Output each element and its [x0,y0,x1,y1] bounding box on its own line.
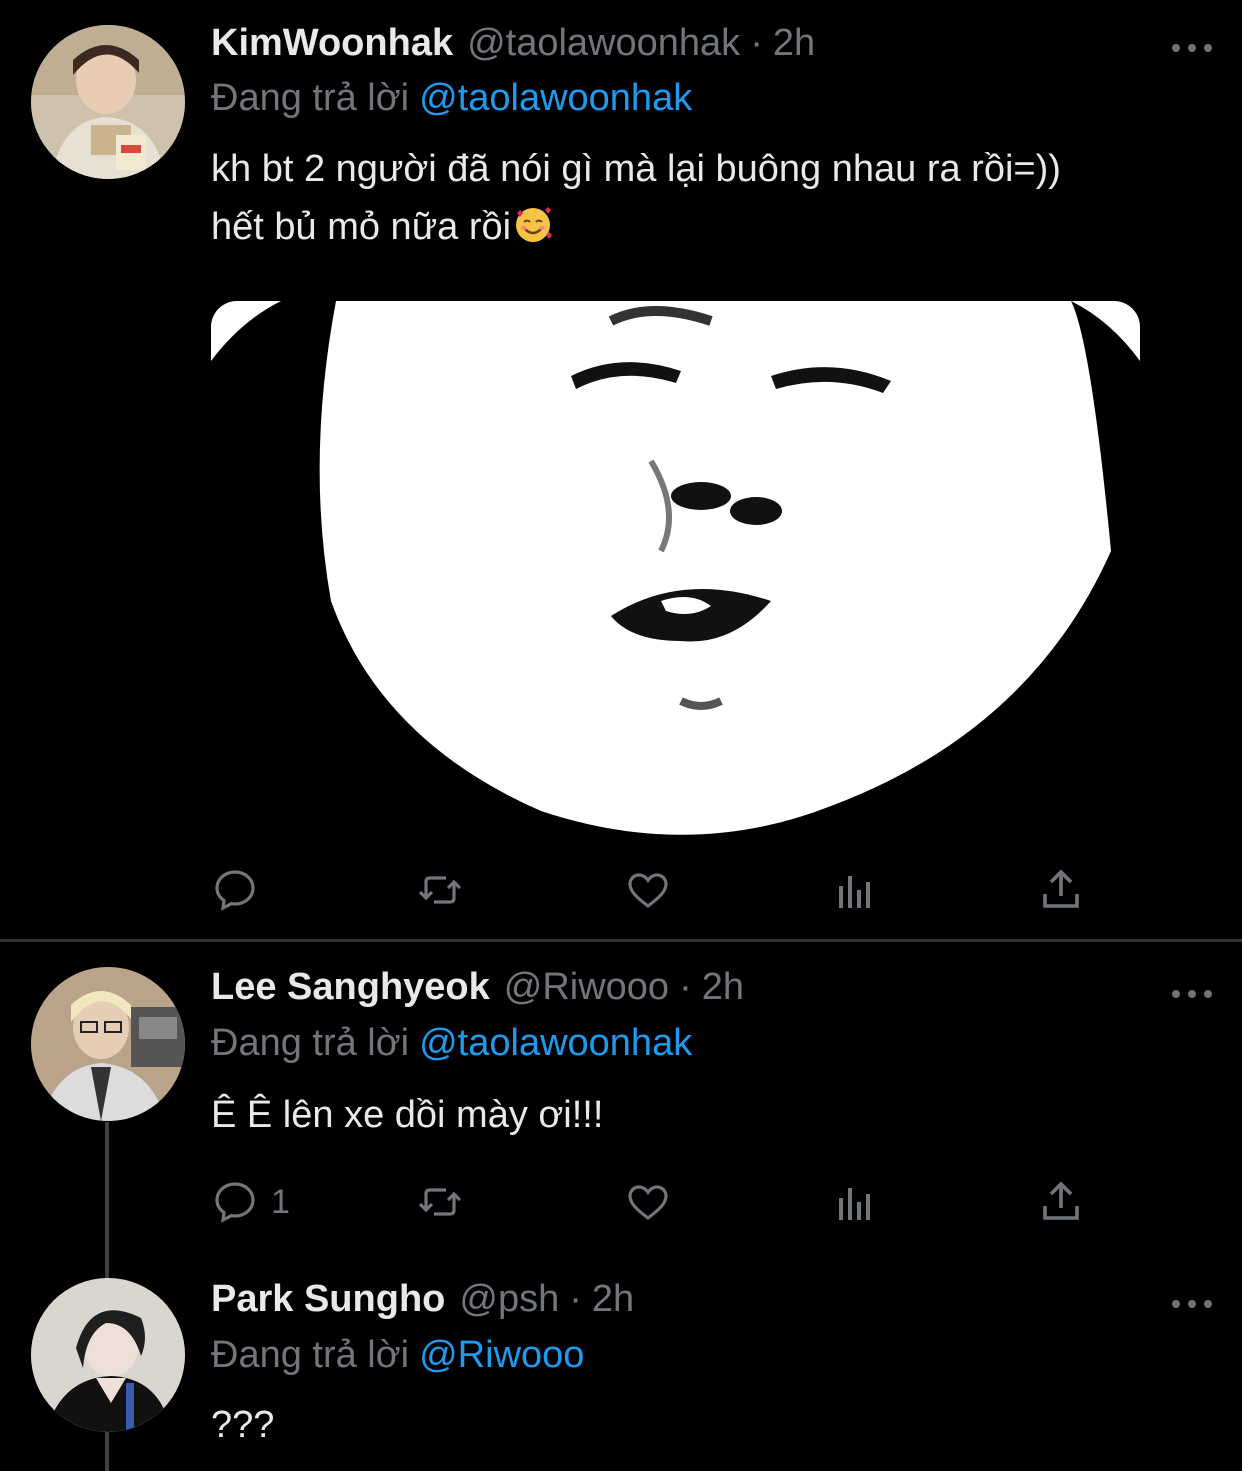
tweet-park-sungho[interactable]: Park Sungho @psh · 2h Đang trả lời @Riwoo… [0,1272,1242,1471]
separator: · [750,22,763,64]
mention-link[interactable]: @Riwooo [419,1334,584,1376]
tweet-header: Park Sungho @psh · 2h [211,1278,1122,1334]
display-name[interactable]: Lee Sanghyeok [211,966,490,1009]
reply-button[interactable]: 1 [211,1176,290,1228]
analytics-icon [839,1188,870,1220]
username[interactable]: @taolawoonhak [467,22,740,65]
more-icon[interactable] [1172,38,1212,58]
tweet-kimwoonhak[interactable]: KimWoonhak @taolawoonhak · 2h Đang trả l… [0,0,1242,940]
retweet-button[interactable] [416,1176,464,1228]
share-icon [1043,869,1079,908]
analytics-button[interactable] [831,1176,879,1228]
retweet-button[interactable] [416,864,464,916]
reply-icon [215,870,255,911]
thread-line [105,1122,109,1272]
tweet-text-line: ??? [211,1404,275,1446]
tweet-text: Ê Ê lên xe dồi mày ơi!!! [211,1086,1212,1144]
avatar[interactable] [31,1278,185,1432]
like-button[interactable] [624,864,672,916]
replying-to: Đang trả lời @taolawoonhak [211,1022,692,1065]
avatar[interactable] [31,25,185,179]
replying-to: Đang trả lời @taolawoonhak [211,77,692,120]
timestamp[interactable]: 2h [592,1278,634,1321]
share-button[interactable] [1037,1176,1085,1228]
tweet-text: ??? [211,1396,1212,1454]
meme-image[interactable] [211,301,1140,837]
tweet-actions [211,864,1111,916]
share-button[interactable] [1037,864,1085,916]
more-icon[interactable] [1172,984,1212,1004]
reply-count: 1 [271,1182,290,1221]
tweet-text-line: hết bủ mỏ nữa rồi [211,206,512,248]
more-icon[interactable] [1172,1294,1212,1314]
tweet-header: KimWoonhak @taolawoonhak · 2h [211,22,1122,78]
mention-link[interactable]: @taolawoonhak [419,1022,692,1064]
username[interactable]: @Riwooo [504,966,669,1009]
analytics-icon [839,876,870,908]
tweet-text-line: kh bt 2 người đã nói gì mà lại buông nha… [211,148,1061,190]
separator: · [679,966,692,1008]
timestamp[interactable]: 2h [702,966,744,1009]
username[interactable]: @psh [459,1278,559,1321]
display-name[interactable]: KimWoonhak [211,22,453,65]
smiling-face-with-hearts-icon [513,204,553,244]
replying-label: Đang trả lời [211,1334,410,1376]
retweet-icon [418,1188,462,1216]
replying-label: Đang trả lời [211,1022,410,1064]
tweet-actions: 1 [211,1176,1111,1228]
replying-to: Đang trả lời @Riwooo [211,1334,584,1377]
avatar[interactable] [31,967,185,1121]
mention-link[interactable]: @taolawoonhak [419,77,692,119]
timestamp[interactable]: 2h [773,22,815,65]
tweet-text-line: Ê Ê lên xe dồi mày ơi!!! [211,1094,604,1136]
tweet-text: kh bt 2 người đã nói gì mà lại buông nha… [211,140,1212,256]
reply-icon [215,1182,255,1223]
share-icon [1043,1181,1079,1220]
heart-icon [628,1185,668,1221]
tweet-lee-sanghyeok[interactable]: Lee Sanghyeok @Riwooo · 2h Đang trả lời @… [0,942,1242,1272]
retweet-icon [418,876,462,904]
reply-button[interactable] [211,864,259,916]
tweet-header: Lee Sanghyeok @Riwooo · 2h [211,966,1122,1022]
heart-icon [628,873,668,909]
thread-line [105,1432,109,1471]
display-name[interactable]: Park Sungho [211,1278,445,1321]
like-button[interactable] [624,1176,672,1228]
replying-label: Đang trả lời [211,77,410,119]
separator: · [569,1278,582,1320]
analytics-button[interactable] [831,864,879,916]
